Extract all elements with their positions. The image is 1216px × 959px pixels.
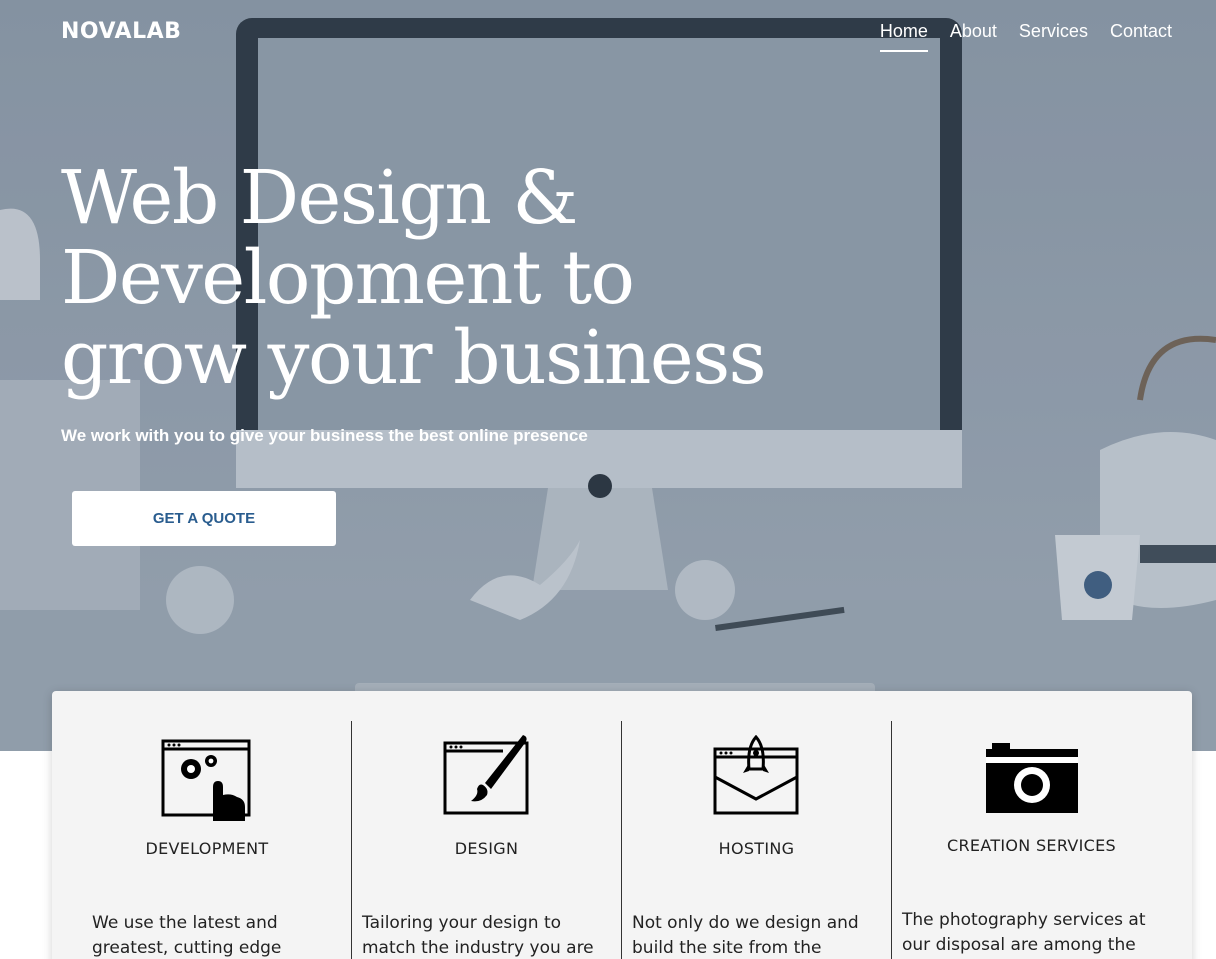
service-creation: CREATION SERVICES The photography servic…: [891, 721, 1171, 959]
paintbrush-icon: [443, 735, 528, 815]
services-card: DEVELOPMENT We use the latest and greate…: [52, 691, 1192, 959]
nav-about[interactable]: About: [950, 21, 997, 52]
hero-headline: Web Design & Development to grow your bu…: [61, 155, 767, 401]
service-development: DEVELOPMENT We use the latest and greate…: [62, 721, 352, 959]
get-a-quote-button[interactable]: GET A QUOTE: [72, 491, 336, 546]
service-title: DESIGN: [454, 839, 519, 858]
rocket-envelope-icon: [713, 735, 798, 815]
service-description: Not only do we design and build the site…: [632, 913, 859, 958]
service-description: Tailoring your design to match the indus…: [362, 913, 594, 958]
camera-icon: [985, 743, 1078, 813]
service-title: HOSTING: [718, 839, 795, 858]
service-design: DESIGN Tailoring your design to match th…: [351, 721, 621, 959]
code-gears-icon: [161, 739, 251, 821]
service-title: DEVELOPMENT: [145, 839, 269, 858]
site-logo[interactable]: NOVALAB: [61, 19, 181, 44]
service-hosting: HOSTING Not only do we design and build …: [621, 721, 891, 959]
hero-subheadline: We work with you to give your business t…: [61, 426, 588, 445]
main-nav: Home About Services Contact: [879, 21, 1172, 52]
service-description: The photography services at our disposal…: [902, 910, 1146, 955]
nav-contact[interactable]: Contact: [1110, 21, 1172, 52]
service-title: CREATION SERVICES: [947, 836, 1116, 855]
hero-section: NOVALAB Home About Services Contact Web …: [0, 0, 1216, 751]
nav-services[interactable]: Services: [1019, 21, 1088, 52]
nav-home[interactable]: Home: [879, 21, 928, 52]
service-description: We use the latest and greatest, cutting …: [92, 913, 282, 958]
